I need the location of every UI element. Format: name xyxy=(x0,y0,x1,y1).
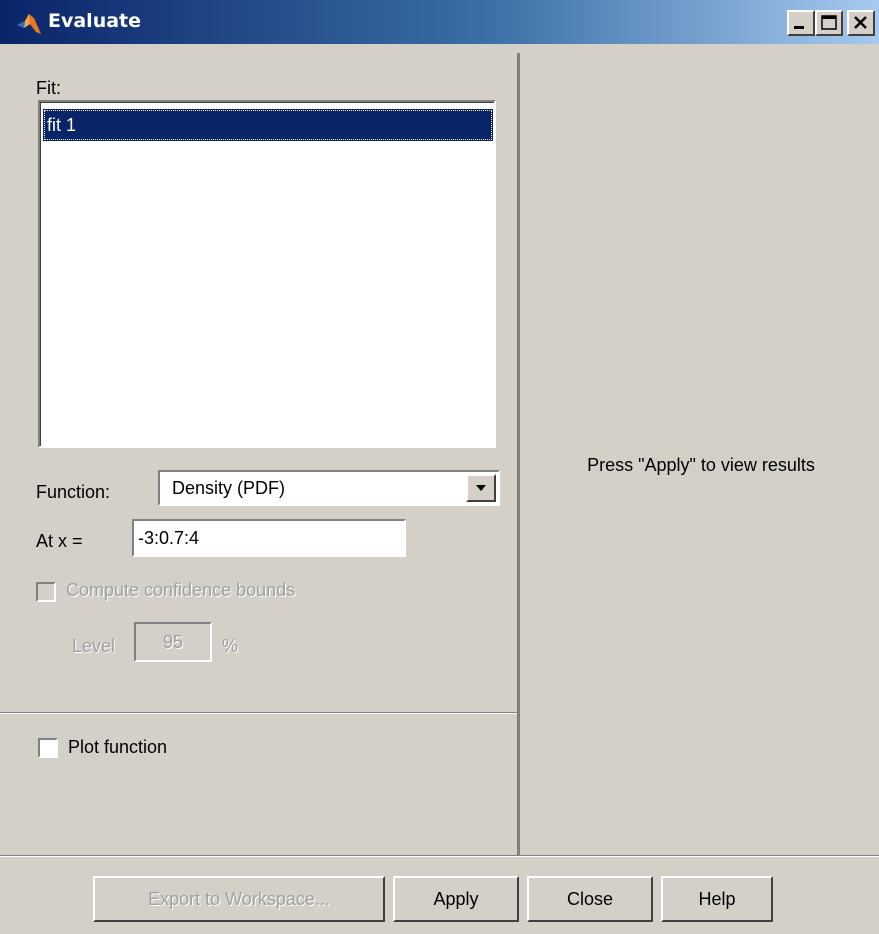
help-button[interactable]: Help xyxy=(661,876,773,922)
level-input[interactable] xyxy=(134,622,212,662)
at-x-label: At x = xyxy=(36,531,83,551)
maximize-button[interactable] xyxy=(815,10,843,36)
matlab-logo-icon xyxy=(17,14,41,34)
function-select[interactable]: Density (PDF) xyxy=(158,470,500,506)
window-title: Evaluate xyxy=(48,10,142,32)
confidence-bounds-label: Compute confidence bounds xyxy=(66,580,296,600)
results-panel: Press "Apply" to view results xyxy=(517,53,879,856)
fit-label: Fit: xyxy=(36,78,61,98)
close-dialog-button[interactable]: Close xyxy=(527,876,653,922)
plot-function-checkbox[interactable] xyxy=(38,738,58,758)
function-label: Function: xyxy=(36,482,111,502)
maximize-icon xyxy=(821,15,837,30)
close-icon xyxy=(854,16,867,29)
bottom-divider xyxy=(0,855,879,857)
at-x-input[interactable] xyxy=(132,519,406,557)
fit-listbox[interactable]: fit 1 xyxy=(38,100,496,448)
confidence-bounds-checkbox[interactable] xyxy=(36,582,56,602)
plot-function-label: Plot function xyxy=(68,737,168,757)
evaluate-window: Evaluate Fit: fit 1 Function: Density (P… xyxy=(0,0,879,934)
results-message: Press "Apply" to view results xyxy=(587,455,815,475)
left-panel: Fit: fit 1 Function: Density (PDF) At x … xyxy=(0,44,517,856)
close-button[interactable] xyxy=(847,10,875,36)
fit-list-item[interactable]: fit 1 xyxy=(43,109,493,141)
title-bar[interactable]: Evaluate xyxy=(0,0,879,44)
minimize-icon xyxy=(794,26,804,29)
apply-button[interactable]: Apply xyxy=(393,876,519,922)
minimize-button[interactable] xyxy=(787,10,815,36)
divider xyxy=(0,712,517,714)
level-label: Level xyxy=(72,636,116,656)
export-button[interactable]: Export to Workspace... xyxy=(93,876,385,922)
percent-label: % xyxy=(222,636,239,656)
dropdown-button[interactable] xyxy=(466,474,496,502)
chevron-down-icon xyxy=(476,485,486,491)
function-select-value: Density (PDF) xyxy=(172,478,286,498)
